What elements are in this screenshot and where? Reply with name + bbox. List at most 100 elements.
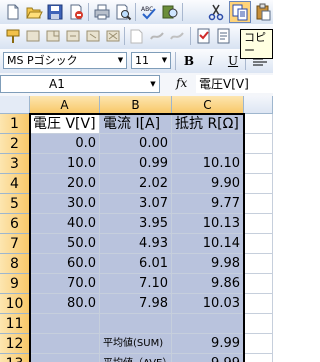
cell-a9[interactable]: 70.0 bbox=[30, 274, 100, 294]
cell-d8[interactable] bbox=[244, 254, 273, 274]
cell-b9[interactable]: 7.10 bbox=[100, 274, 172, 294]
cell-d1[interactable] bbox=[244, 114, 273, 134]
cell-c10[interactable]: 10.03 bbox=[172, 294, 244, 314]
save-icon[interactable] bbox=[46, 3, 64, 21]
redo-icon[interactable] bbox=[44, 27, 62, 45]
cell-c6[interactable]: 10.13 bbox=[172, 214, 244, 234]
row-header-5[interactable]: 5 bbox=[0, 194, 30, 214]
cell-d4[interactable] bbox=[244, 174, 273, 194]
cell-b7[interactable]: 4.93 bbox=[100, 234, 172, 254]
font-name-select[interactable]: MS Pゴシック ▼ bbox=[3, 52, 127, 69]
print-preview-icon[interactable] bbox=[114, 3, 132, 21]
cell-b6[interactable]: 3.95 bbox=[100, 214, 172, 234]
name-box[interactable]: A1 ▼ bbox=[0, 75, 160, 93]
cell-d10[interactable] bbox=[244, 294, 273, 314]
cell-a8[interactable]: 60.0 bbox=[30, 254, 100, 274]
format-painter-icon[interactable] bbox=[4, 27, 22, 45]
select-all-corner[interactable] bbox=[0, 96, 30, 114]
row-header-10[interactable]: 10 bbox=[0, 294, 30, 314]
cell-c12[interactable]: 9.99 bbox=[172, 334, 244, 354]
cell-d6[interactable] bbox=[244, 214, 273, 234]
cell-b11[interactable] bbox=[100, 314, 172, 334]
italic-button[interactable]: I bbox=[202, 52, 220, 70]
insert-function-icon[interactable]: fx bbox=[176, 76, 187, 90]
cell-a1[interactable]: 電圧 V[V] bbox=[30, 114, 100, 134]
cell-c2[interactable] bbox=[172, 134, 244, 154]
cell-a10[interactable]: 80.0 bbox=[30, 294, 100, 314]
row-header-1[interactable]: 1 bbox=[0, 114, 30, 134]
row-header-11[interactable]: 11 bbox=[0, 314, 30, 334]
review-icon[interactable] bbox=[215, 27, 233, 45]
row-header-6[interactable]: 6 bbox=[0, 214, 30, 234]
formula-input[interactable]: 電圧V[V] bbox=[196, 75, 273, 93]
cell-d7[interactable] bbox=[244, 234, 273, 254]
font-size-select[interactable]: 11 ▼ bbox=[131, 52, 171, 69]
cell-d9[interactable] bbox=[244, 274, 273, 294]
cell-a13[interactable] bbox=[30, 354, 100, 362]
column-header-c[interactable]: C bbox=[172, 96, 244, 114]
cell-c9[interactable]: 9.86 bbox=[172, 274, 244, 294]
research-icon[interactable] bbox=[161, 3, 179, 21]
cell-b5[interactable]: 3.07 bbox=[100, 194, 172, 214]
cell-b3[interactable]: 0.99 bbox=[100, 154, 172, 174]
cell-d5[interactable] bbox=[244, 194, 273, 214]
zoom-icon[interactable] bbox=[195, 27, 213, 45]
row-header-7[interactable]: 7 bbox=[0, 234, 30, 254]
row-header-3[interactable]: 3 bbox=[0, 154, 30, 174]
row-header-4[interactable]: 4 bbox=[0, 174, 30, 194]
row-header-9[interactable]: 9 bbox=[0, 274, 30, 294]
cell-b4[interactable]: 2.02 bbox=[100, 174, 172, 194]
row-header-13[interactable]: 13 bbox=[0, 354, 30, 362]
cell-c13[interactable]: 9.99 bbox=[172, 354, 244, 362]
column-header-b[interactable]: B bbox=[100, 96, 172, 114]
formatting-toolbar: MS Pゴシック ▼ 11 ▼ B I U bbox=[0, 49, 273, 74]
sort-icon[interactable] bbox=[104, 27, 122, 45]
bold-button[interactable]: B bbox=[180, 52, 198, 70]
cell-b12[interactable]: 平均値(SUM) bbox=[100, 334, 172, 354]
cell-a6[interactable]: 40.0 bbox=[30, 214, 100, 234]
row-header-2[interactable]: 2 bbox=[0, 134, 30, 154]
chart-wizard-icon[interactable] bbox=[128, 27, 146, 45]
cell-c1[interactable]: 抵抗 R[Ω] bbox=[172, 114, 244, 134]
cell-d12[interactable] bbox=[244, 334, 273, 354]
cell-d3[interactable] bbox=[244, 154, 273, 174]
cell-a12[interactable] bbox=[30, 334, 100, 354]
row-header-8[interactable]: 8 bbox=[0, 254, 30, 274]
cell-a7[interactable]: 50.0 bbox=[30, 234, 100, 254]
autosum-icon[interactable] bbox=[84, 27, 102, 45]
cell-b2[interactable]: 0.00 bbox=[100, 134, 172, 154]
cell-c4[interactable]: 9.90 bbox=[172, 174, 244, 194]
open-icon[interactable] bbox=[25, 3, 43, 21]
cell-c8[interactable]: 9.98 bbox=[172, 254, 244, 274]
cell-d11[interactable] bbox=[244, 314, 273, 334]
cell-b1[interactable]: 電流 I[A] bbox=[100, 114, 172, 134]
cell-c3[interactable]: 10.10 bbox=[172, 154, 244, 174]
cell-d2[interactable] bbox=[244, 134, 273, 154]
cell-c7[interactable]: 10.14 bbox=[172, 234, 244, 254]
cell-b8[interactable]: 6.01 bbox=[100, 254, 172, 274]
column-header-d[interactable] bbox=[244, 96, 273, 114]
cell-c11[interactable] bbox=[172, 314, 244, 334]
print-icon[interactable] bbox=[93, 3, 111, 21]
drawing-icon[interactable] bbox=[148, 27, 166, 45]
permission-icon[interactable] bbox=[67, 3, 85, 21]
cell-a11[interactable] bbox=[30, 314, 100, 334]
paste-icon[interactable] bbox=[254, 3, 272, 21]
row-header-12[interactable]: 12 bbox=[0, 334, 30, 354]
new-icon[interactable] bbox=[4, 3, 22, 21]
cell-a5[interactable]: 30.0 bbox=[30, 194, 100, 214]
cut-icon[interactable] bbox=[207, 3, 225, 21]
help-icon[interactable] bbox=[168, 27, 186, 45]
cell-a2[interactable]: 0.0 bbox=[30, 134, 100, 154]
column-header-a[interactable]: A bbox=[30, 96, 100, 114]
insert-hyperlink-icon[interactable] bbox=[64, 27, 82, 45]
cell-b13[interactable]: 平均値（AVE） bbox=[100, 354, 172, 362]
cell-b10[interactable]: 7.98 bbox=[100, 294, 172, 314]
undo-icon[interactable] bbox=[24, 27, 42, 45]
copy-icon[interactable] bbox=[231, 3, 249, 21]
cell-c5[interactable]: 9.77 bbox=[172, 194, 244, 214]
cell-a4[interactable]: 20.0 bbox=[30, 174, 100, 194]
cell-a3[interactable]: 10.0 bbox=[30, 154, 100, 174]
cell-d13[interactable] bbox=[244, 354, 273, 362]
spelling-icon[interactable]: ABC bbox=[140, 3, 158, 21]
